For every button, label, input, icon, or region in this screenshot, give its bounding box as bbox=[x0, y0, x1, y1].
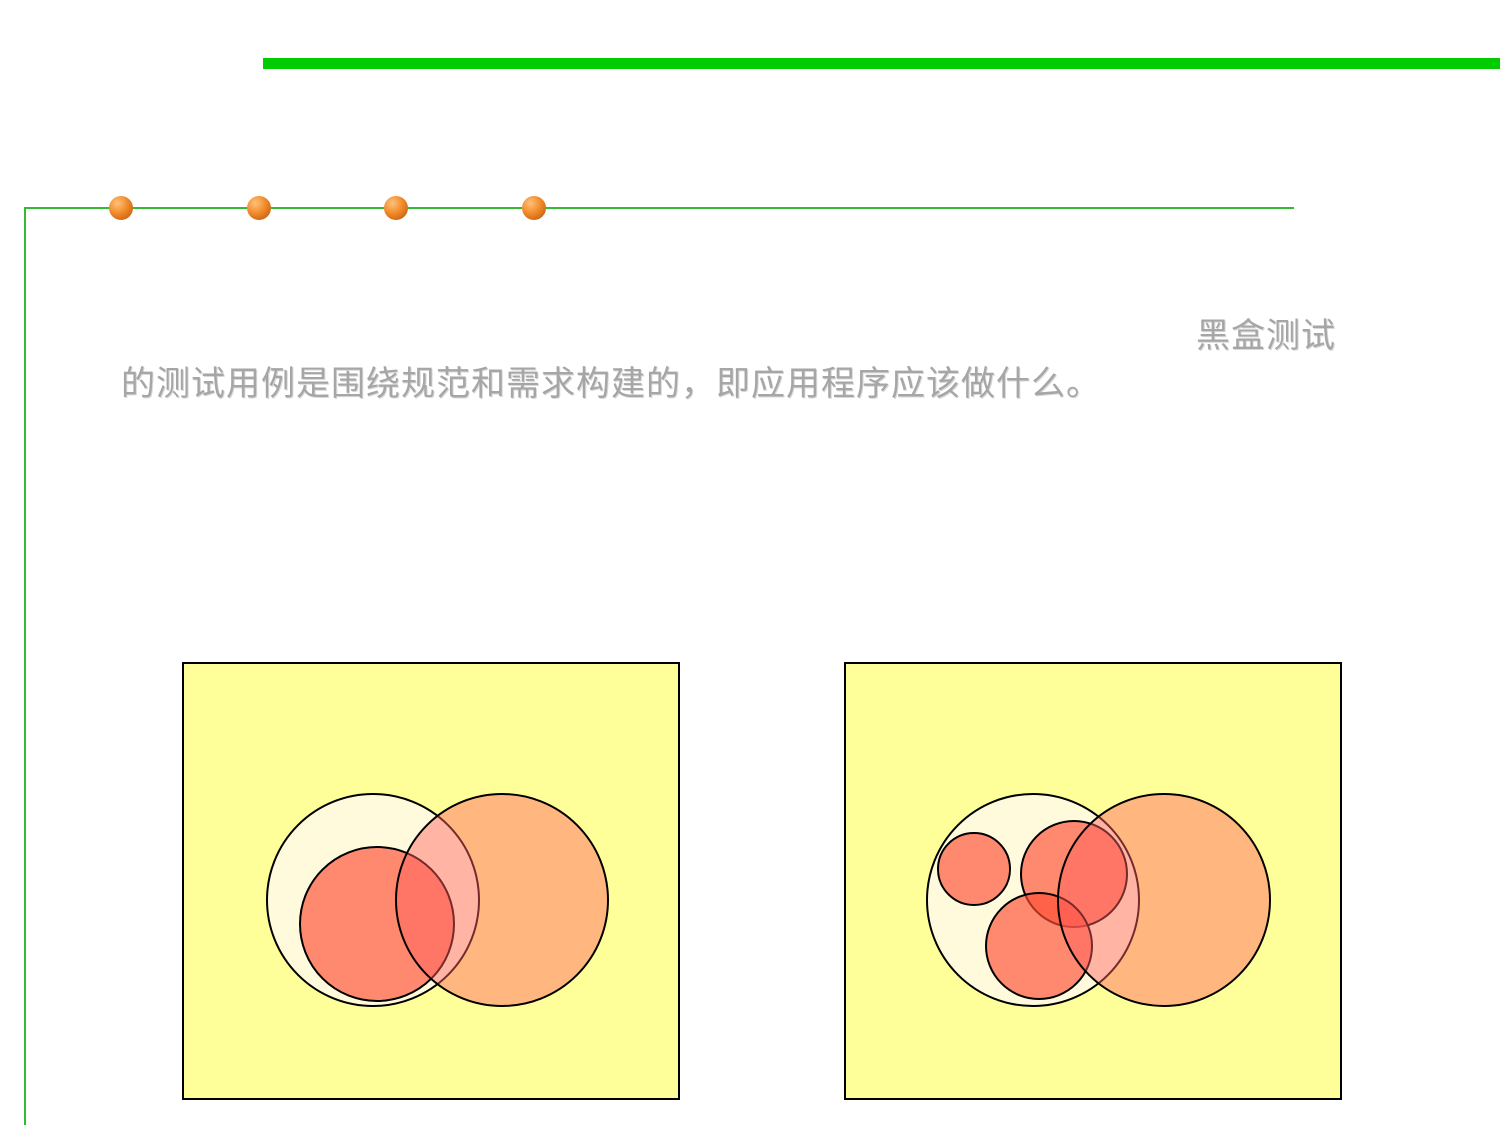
venn-diagram-right-svg bbox=[926, 793, 1271, 1007]
code-circle bbox=[1057, 793, 1271, 1007]
venn-diagram-left-svg bbox=[266, 793, 609, 1007]
venn-diagram-left bbox=[182, 662, 680, 1100]
top-accent-bar bbox=[263, 58, 1500, 69]
decorative-dot-2 bbox=[247, 196, 271, 220]
decorative-dot-3 bbox=[384, 196, 408, 220]
body-text-line-2: 的测试用例是围绕规范和需求构建的，即应用程序应该做什么。 bbox=[121, 364, 1101, 404]
test-circle-small bbox=[937, 832, 1011, 906]
frame-horizontal-line bbox=[24, 207, 1294, 209]
code-circle bbox=[395, 793, 609, 1007]
decorative-dot-4 bbox=[522, 196, 546, 220]
frame-vertical-line bbox=[24, 207, 26, 1125]
venn-diagram-right bbox=[844, 662, 1342, 1100]
decorative-dot-1 bbox=[109, 196, 133, 220]
body-text-line-1: 黑盒测试 bbox=[1196, 316, 1336, 356]
